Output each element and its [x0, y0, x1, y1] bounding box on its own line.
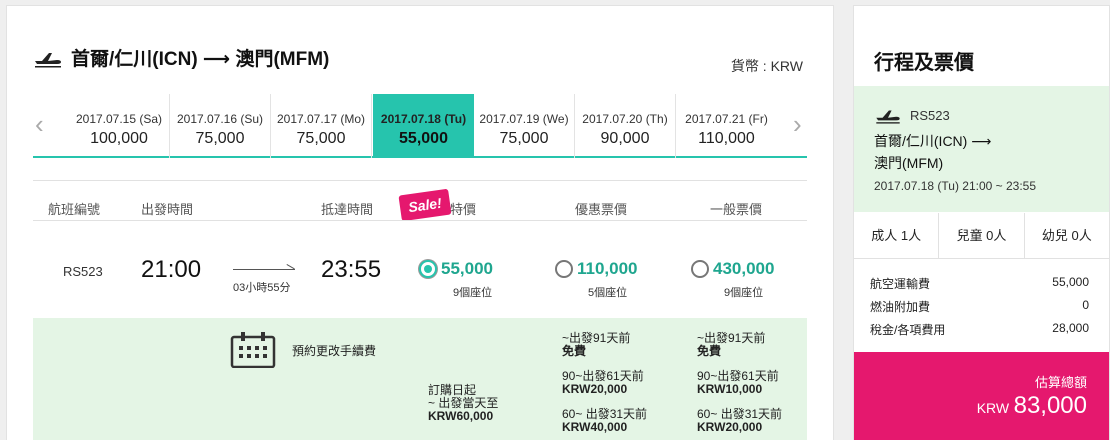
total-value: 83,000 — [1013, 392, 1087, 419]
arrive-time: 23:55 — [321, 256, 382, 283]
col-header-arrive: 抵達時間 — [321, 202, 374, 217]
change-fee-label: 預約更改手續費 — [292, 344, 377, 358]
fare-amount: 430,000 — [713, 259, 775, 278]
depart-time: 21:00 — [141, 256, 202, 283]
date-label: 2017.07.17 (Mo) — [276, 112, 366, 126]
date-price: 75,000 — [195, 130, 245, 147]
date-carousel: ‹ 2017.07.15 (Sa) 100,000 2017.07.16 (Su… — [33, 94, 807, 158]
flight-code: RS523 — [910, 107, 950, 123]
date-tab[interactable]: 2017.07.16 (Su) 75,000 — [170, 94, 271, 158]
date-price: 90,000 — [600, 130, 650, 147]
route-header: 首爾/仁川(ICN) ⟶ 澳門(MFM) — [33, 44, 329, 71]
fee-value: 28,000 — [1052, 321, 1089, 335]
flight-selection-panel: 首爾/仁川(ICN) ⟶ 澳門(MFM) 貨幣 : KRW ‹ 2017.07.… — [6, 5, 834, 440]
date-price: 100,000 — [90, 130, 148, 147]
arrow-head-icon — [284, 264, 295, 274]
itinerary-summary-panel: 行程及票價 RS523 首爾/仁川(ICN) ⟶ 澳門(MFM) 2017.07… — [853, 5, 1110, 440]
airplane-takeoff-icon — [876, 110, 900, 124]
date-label: 2017.07.18 (Tu) — [380, 112, 467, 126]
fee-row: 燃油附加費 0 — [870, 298, 1089, 315]
flight-duration: 03小時55分 — [233, 282, 291, 294]
fee-row: 稅金/各項費用 28,000 — [870, 321, 1089, 338]
date-label: 2017.07.21 (Fr) — [685, 112, 768, 126]
fare-option-promo[interactable]: 110,000 — [555, 259, 638, 279]
date-price: 55,000 — [399, 130, 448, 147]
chevron-right-icon[interactable]: › — [793, 110, 807, 138]
airplane-takeoff-icon — [35, 52, 61, 67]
change-fee-info: 預約更改手續費 訂購日起 ~ 出發當天至 KRW60,000 ~出發91天前 免… — [33, 318, 807, 440]
fee-value: 55,000 — [1052, 275, 1089, 289]
total-label: 估算總額 — [1034, 375, 1087, 390]
date-tab[interactable]: 2017.07.21 (Fr) 110,000 — [676, 94, 777, 158]
fee-amount: KRW20,000 — [697, 420, 763, 434]
fare-option-regular[interactable]: 430,000 — [691, 259, 774, 279]
fee-label: 航空運輸費 — [870, 277, 931, 291]
date-price: 75,000 — [499, 130, 549, 147]
fare-option-special[interactable]: 55,000 — [419, 259, 493, 279]
fee-amount: 免費 — [697, 344, 722, 358]
fee-amount: KRW10,000 — [697, 382, 763, 396]
date-price: 75,000 — [296, 130, 346, 147]
fee-label: 稅金/各項費用 — [870, 323, 946, 337]
date-tab-selected[interactable]: 2017.07.18 (Tu) 55,000 — [373, 94, 474, 158]
summary-title: 行程及票價 — [874, 52, 974, 74]
col-header-special: 特價 — [450, 202, 477, 217]
route-destination: 澳門(MFM) — [874, 155, 944, 171]
divider — [33, 180, 807, 181]
total-amount: KRW 83,000 — [977, 392, 1087, 420]
flight-number: RS523 — [63, 264, 103, 279]
fee-amount: KRW60,000 — [428, 409, 494, 423]
special-fee-text: 訂購日起 ~ 出發當天至 KRW60,000 — [428, 384, 498, 423]
adult-count: 成人 1人 — [854, 213, 940, 258]
regular-fee-text: ~出發91天前 免費 90~出發61天前 KRW10,000 60~ 出發31天… — [697, 332, 782, 434]
seats-left: 5個座位 — [588, 287, 628, 299]
date-label: 2017.07.19 (We) — [479, 112, 569, 126]
chevron-left-icon[interactable]: ‹ — [35, 110, 49, 138]
col-header-promo: 優惠票價 — [575, 202, 628, 217]
passenger-counts: 成人 1人 兒童 0人 幼兒 0人 — [854, 213, 1109, 259]
flight-code-row: RS523 — [874, 106, 950, 124]
total-estimate-box: 估算總額 KRW 83,000 — [854, 352, 1109, 440]
seats-left: 9個座位 — [453, 287, 493, 299]
col-header-depart: 出發時間 — [141, 202, 194, 217]
route-origin: 首爾/仁川(ICN) ⟶ — [874, 133, 992, 149]
infant-count: 幼兒 0人 — [1041, 228, 1092, 243]
col-header-regular: 一般票價 — [710, 202, 763, 217]
fee-row: 航空運輸費 55,000 — [870, 275, 1089, 292]
date-label: 2017.07.16 (Su) — [176, 112, 264, 126]
fee-amount: 免費 — [562, 344, 587, 358]
date-tab[interactable]: 2017.07.17 (Mo) 75,000 — [271, 94, 372, 158]
fee-amount: KRW40,000 — [562, 420, 628, 434]
total-currency: KRW — [976, 400, 1010, 416]
fare-radio[interactable] — [691, 260, 709, 278]
fee-label: 燃油附加費 — [870, 300, 931, 314]
date-tab[interactable]: 2017.07.19 (We) 75,000 — [474, 94, 575, 158]
divider — [33, 220, 807, 221]
route-title: 首爾/仁川(ICN) ⟶ 澳門(MFM) — [71, 49, 330, 70]
child-count: 兒童 0人 — [939, 213, 1025, 258]
fee-amount: KRW20,000 — [562, 382, 628, 396]
flight-datetime: 2017.07.18 (Tu) 21:00 ~ 23:55 — [874, 179, 1037, 193]
date-tab[interactable]: 2017.07.15 (Sa) 100,000 — [69, 94, 170, 158]
date-label: 2017.07.15 (Sa) — [75, 112, 163, 126]
date-price: 110,000 — [698, 130, 755, 147]
seats-left: 9個座位 — [724, 287, 764, 299]
sale-badge: Sale! — [398, 188, 452, 222]
fare-radio[interactable] — [555, 260, 573, 278]
date-tab[interactable]: 2017.07.20 (Th) 90,000 — [575, 94, 676, 158]
col-header-flight-no: 航班編號 — [48, 202, 101, 217]
date-label: 2017.07.20 (Th) — [582, 112, 668, 126]
promo-fee-text: ~出發91天前 免費 90~出發61天前 KRW20,000 60~ 出發31天… — [562, 332, 647, 434]
fare-radio[interactable] — [419, 260, 437, 278]
calendar-icon — [230, 332, 276, 368]
currency-label: 貨幣 : KRW — [730, 58, 803, 74]
fare-amount: 110,000 — [577, 259, 638, 278]
itinerary-card: RS523 首爾/仁川(ICN) ⟶ 澳門(MFM) 2017.07.18 (T… — [854, 86, 1109, 212]
fee-value: 0 — [1082, 298, 1089, 312]
fare-amount: 55,000 — [441, 259, 493, 278]
